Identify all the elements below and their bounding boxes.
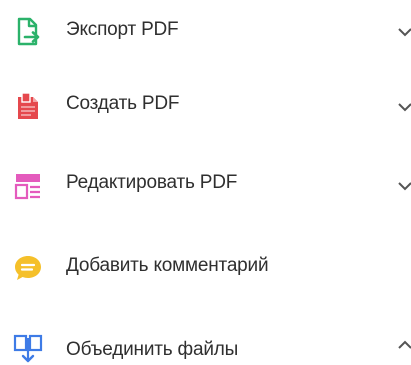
comment-icon xyxy=(13,253,43,283)
tool-export-pdf[interactable]: Экспорт PDF xyxy=(0,2,411,62)
tools-list: Экспорт PDF Создать PDF Редактировать PD… xyxy=(0,0,411,365)
chevron-down-icon[interactable] xyxy=(397,101,411,113)
chevron-down-icon[interactable] xyxy=(397,180,411,192)
chevron-up-icon[interactable] xyxy=(397,339,411,351)
export-pdf-icon xyxy=(13,17,43,47)
tool-add-comment[interactable]: Добавить комментарий xyxy=(0,236,411,296)
tool-combine-files[interactable]: Объединить файлы xyxy=(0,321,411,365)
tool-label: Добавить комментарий xyxy=(66,255,269,276)
tool-create-pdf[interactable]: Создать PDF xyxy=(0,77,411,137)
tool-label: Экспорт PDF xyxy=(66,19,179,40)
tool-edit-pdf[interactable]: Редактировать PDF xyxy=(0,155,411,215)
tool-label: Создать PDF xyxy=(66,93,180,114)
chevron-down-icon[interactable] xyxy=(397,26,411,38)
tool-label: Объединить файлы xyxy=(66,339,239,360)
combine-files-icon xyxy=(13,334,43,364)
tool-label: Редактировать PDF xyxy=(66,172,238,193)
edit-pdf-icon xyxy=(13,171,43,201)
create-pdf-icon xyxy=(13,91,43,121)
